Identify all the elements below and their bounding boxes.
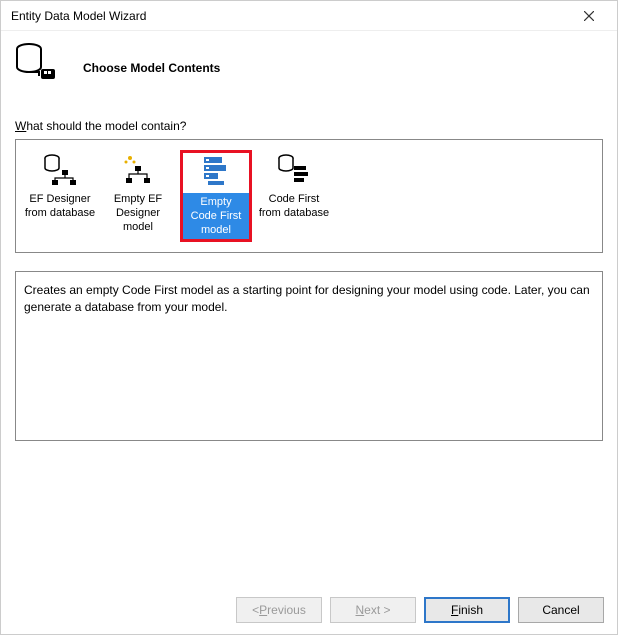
close-button[interactable] — [569, 2, 609, 30]
option-empty-ef-designer-model[interactable]: Empty EF Designer model — [102, 150, 174, 242]
description-text: Creates an empty Code First model as a s… — [24, 283, 590, 314]
title-bar: Entity Data Model Wizard — [1, 1, 617, 31]
option-ef-designer-from-database[interactable]: EF Designer from database — [24, 150, 96, 242]
diagram-icon — [120, 152, 156, 188]
option-label: Empty EF Designer model — [102, 192, 174, 234]
database-wizard-icon — [15, 41, 63, 89]
previous-button: < Previous — [236, 597, 322, 623]
window-title: Entity Data Model Wizard — [11, 9, 146, 23]
wizard-header: Choose Model Contents — [1, 31, 617, 111]
database-code-icon — [276, 152, 312, 188]
code-model-icon — [198, 153, 234, 189]
description-panel: Creates an empty Code First model as a s… — [15, 271, 603, 441]
finish-button[interactable]: Finish — [424, 597, 510, 623]
option-label: Empty Code First model — [183, 193, 249, 239]
page-title: Choose Model Contents — [83, 61, 220, 75]
next-button: Next > — [330, 597, 416, 623]
database-diagram-icon — [42, 152, 78, 188]
options-panel: EF Designer from database Empty EF Desig… — [15, 139, 603, 253]
prompt-label: What should the model contain? — [15, 119, 603, 133]
option-empty-code-first-model[interactable]: Empty Code First model — [180, 150, 252, 242]
option-label: Code First from database — [258, 192, 330, 220]
option-label: EF Designer from database — [24, 192, 96, 220]
close-icon — [584, 11, 594, 21]
wizard-footer: < Previous Next > Finish Cancel — [236, 597, 604, 623]
cancel-button[interactable]: Cancel — [518, 597, 604, 623]
option-code-first-from-database[interactable]: Code First from database — [258, 150, 330, 242]
